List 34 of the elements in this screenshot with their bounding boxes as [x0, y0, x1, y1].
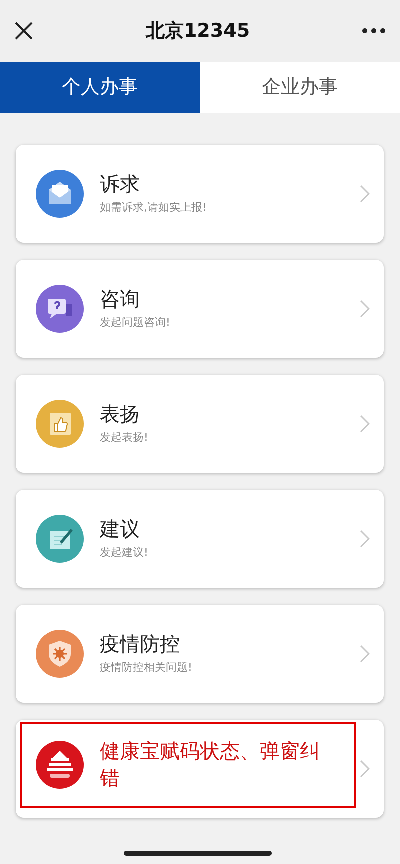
envelope-icon	[36, 170, 84, 218]
temple-icon	[36, 741, 84, 789]
item-subtitle: 发起建议!	[100, 545, 150, 562]
item-title: 咨询	[100, 286, 141, 314]
item-title: 建议	[100, 516, 141, 544]
question-icon	[36, 285, 84, 333]
chevron-icon	[360, 530, 370, 548]
chevron-icon	[360, 415, 370, 433]
chevron-icon	[360, 760, 370, 778]
page-title: 北京12345	[146, 18, 250, 44]
item-title: 疫情防控	[100, 631, 181, 658]
more-icon	[362, 28, 386, 34]
thumbs-up-icon	[36, 400, 84, 448]
tab[interactable]: 企业办事	[200, 62, 400, 113]
item-title: 诉求	[100, 171, 141, 198]
menu-item[interactable]: 咨询 发起问题咨询!	[16, 260, 384, 358]
menu-item[interactable]: 诉求 如需诉求,请如实上报!	[16, 145, 384, 243]
chevron-icon	[360, 185, 370, 203]
pencil-note-icon	[36, 515, 84, 563]
chevron-icon	[360, 300, 370, 318]
chevron-icon	[360, 645, 370, 663]
shield-virus-icon	[36, 630, 84, 678]
item-subtitle: 发起问题咨询!	[100, 315, 172, 332]
item-subtitle: 疫情防控相关问题!	[100, 660, 194, 676]
menu-item[interactable]: 建议 发起建议!	[16, 490, 384, 588]
close-icon	[14, 21, 34, 41]
menu-item[interactable]: 健康宝赋码状态、弹窗纠错	[16, 720, 384, 818]
item-subtitle: 发起表扬!	[100, 430, 150, 446]
menu-item[interactable]: 疫情防控 疫情防控相关问题!	[16, 605, 384, 703]
tab[interactable]: 个人办事	[0, 62, 200, 113]
menu-item[interactable]: 表扬 发起表扬!	[16, 375, 384, 473]
item-subtitle: 如需诉求,请如实上报!	[100, 200, 208, 216]
item-title: 表扬	[100, 401, 141, 428]
item-title: 健康宝赋码状态、弹窗纠错	[100, 738, 321, 792]
